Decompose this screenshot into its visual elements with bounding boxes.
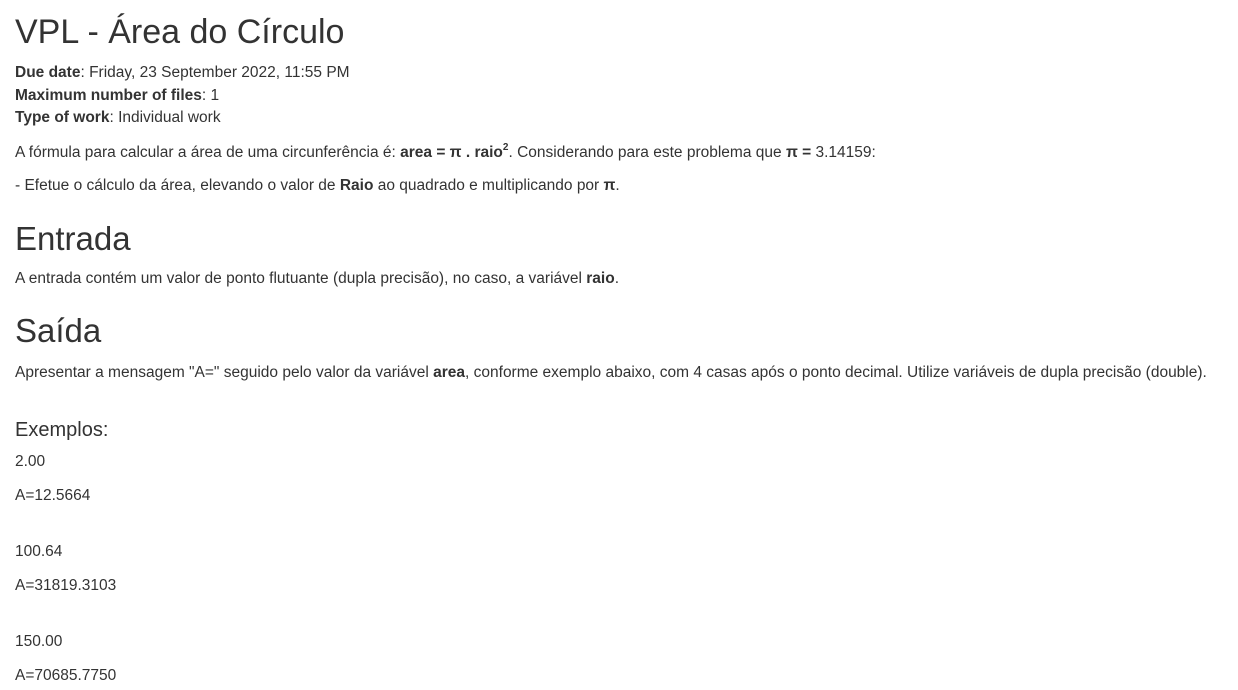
page-title: VPL - Área do Círculo (15, 13, 345, 51)
exemplos-heading: Exemplos: (15, 419, 109, 441)
work-type-row: Type of work: Individual work (15, 109, 221, 127)
steps-text: . (615, 177, 620, 194)
steps-text: ao quadrado e multiplicando por (373, 177, 604, 194)
entrada-text: A entrada contém um valor de ponto flutu… (15, 270, 587, 287)
saida-text: Apresentar a mensagem "A=" seguido pelo … (15, 364, 434, 381)
intro-paragraph-formula: A fórmula para calcular a área de uma ci… (15, 142, 876, 162)
max-files-label: Maximum number of files (15, 87, 202, 104)
pi-value: 3.14159: (811, 144, 876, 162)
raio-variable: raio (586, 270, 615, 287)
example-input: 100.64 (15, 543, 63, 560)
intro-text: . Considerando para este problema que (508, 144, 786, 162)
formula-text: area = π . raio (400, 144, 503, 162)
due-date-value: : Friday, 23 September 2022, 11:55 PM (80, 64, 350, 81)
pi-symbol: π (603, 177, 616, 194)
work-type-label: Type of work (15, 109, 110, 126)
steps-text: - Efetue o cálculo da área, elevando o v… (15, 177, 340, 194)
saida-text: , conforme exemplo abaixo, com 4 casas a… (465, 364, 1207, 381)
pi-label: π = (785, 144, 812, 162)
saida-paragraph: Apresentar a mensagem "A=" seguido pelo … (15, 364, 1207, 382)
entrada-text: . (614, 270, 620, 287)
raio-term: Raio (339, 177, 374, 194)
intro-text: A fórmula para calcular a área de uma ci… (15, 144, 401, 162)
entrada-heading: Entrada (15, 220, 131, 257)
area-variable: area (433, 364, 466, 381)
saida-heading: Saída (15, 312, 102, 349)
due-date-row: Due date: Friday, 23 September 2022, 11:… (15, 64, 350, 82)
max-files-row: Maximum number of files: 1 (15, 87, 219, 105)
example-input: 2.00 (15, 453, 46, 470)
example-output: A=12.5664 (15, 487, 91, 504)
example-output: A=31819.3103 (15, 577, 117, 594)
intro-paragraph-steps: - Efetue o cálculo da área, elevando o v… (15, 177, 620, 195)
work-type-value: : Individual work (109, 109, 221, 126)
max-files-value: : 1 (201, 87, 220, 104)
example-input: 150.00 (15, 633, 63, 650)
formula-exponent: 2 (502, 142, 509, 153)
due-date-label: Due date (15, 64, 81, 81)
entrada-paragraph: A entrada contém um valor de ponto flutu… (15, 270, 619, 288)
example-output: A=70685.7750 (15, 667, 117, 684)
